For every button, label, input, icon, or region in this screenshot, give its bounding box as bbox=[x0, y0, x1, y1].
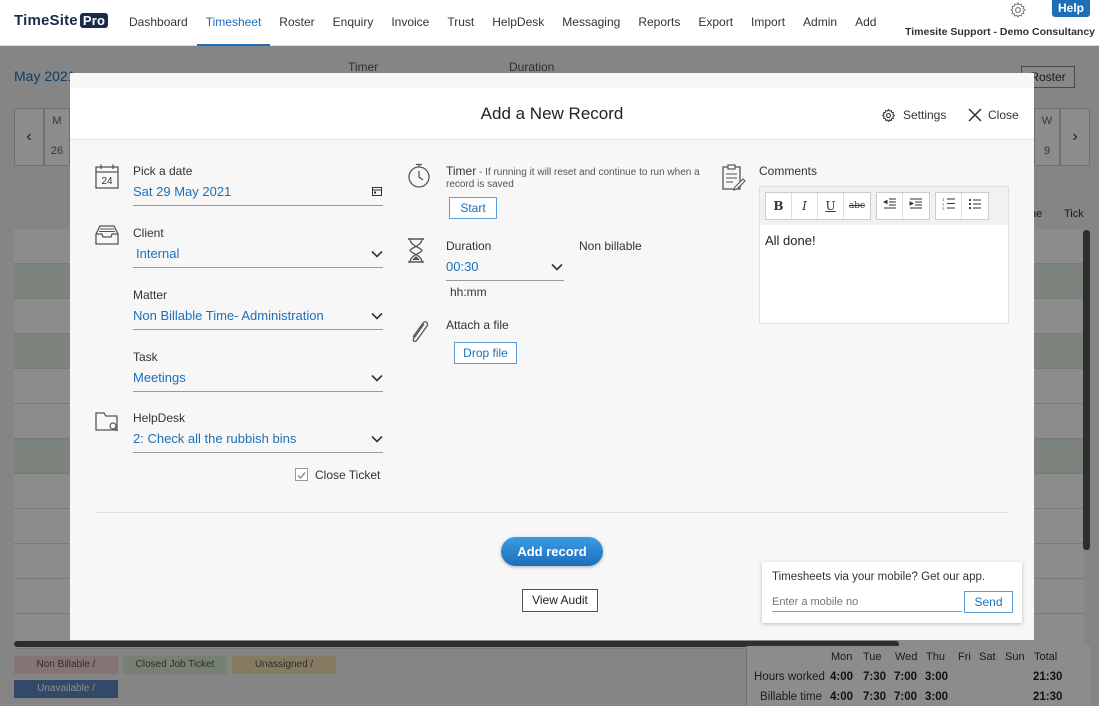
help-button[interactable]: Help bbox=[1052, 0, 1090, 17]
duration-label: Duration bbox=[446, 239, 492, 253]
nav-import[interactable]: Import bbox=[742, 0, 794, 46]
top-nav: TimeSite Pro Dashboard Timesheet Roster E… bbox=[0, 0, 1099, 46]
close-ticket-checkbox[interactable] bbox=[295, 468, 308, 481]
comments-label: Comments bbox=[759, 164, 818, 178]
chevron-down-icon[interactable] bbox=[371, 435, 383, 443]
add-record-modal: Add a New Record Settings Close 24 Pick … bbox=[70, 73, 1034, 640]
app-promo-text: Timesheets via your mobile? Get our app. bbox=[772, 571, 986, 583]
drop-file-button[interactable]: Drop file bbox=[454, 342, 517, 364]
nav-enquiry[interactable]: Enquiry bbox=[324, 0, 383, 46]
date-label: Pick a date bbox=[133, 164, 193, 178]
duration-underline bbox=[446, 280, 564, 281]
svg-text:24: 24 bbox=[101, 176, 113, 187]
inbox-tray-icon bbox=[95, 225, 119, 245]
nav-invoice[interactable]: Invoice bbox=[382, 0, 438, 46]
gear-icon bbox=[881, 108, 896, 122]
timer-label: Timer - If running it will reset and con… bbox=[446, 164, 700, 178]
client-underline bbox=[133, 267, 383, 268]
indent-icon bbox=[909, 198, 922, 209]
modal-divider bbox=[95, 512, 1009, 513]
date-field[interactable]: Sat 29 May 2021 bbox=[133, 184, 231, 199]
outdent-button[interactable] bbox=[877, 193, 903, 219]
client-select[interactable]: Internal bbox=[136, 246, 179, 261]
nav-messaging[interactable]: Messaging bbox=[553, 0, 629, 46]
outdent-icon bbox=[882, 198, 896, 209]
helpdesk-label: HelpDesk bbox=[133, 411, 186, 425]
settings-label: Settings bbox=[903, 108, 947, 122]
nav-reports[interactable]: Reports bbox=[629, 0, 689, 46]
task-underline bbox=[133, 391, 383, 392]
chevron-down-icon[interactable] bbox=[371, 312, 383, 320]
close-icon bbox=[968, 108, 982, 122]
bold-button[interactable]: B bbox=[766, 193, 792, 219]
date-underline bbox=[133, 205, 383, 206]
client-label: Client bbox=[133, 226, 164, 240]
add-record-button[interactable]: Add record bbox=[501, 537, 603, 566]
settings-gear-icon[interactable] bbox=[1009, 1, 1027, 19]
indent-button[interactable] bbox=[903, 193, 929, 219]
matter-label: Matter bbox=[133, 288, 168, 302]
close-button[interactable]: Close bbox=[968, 105, 1019, 125]
ordered-list-button[interactable]: 123 bbox=[936, 193, 962, 219]
bullet-list-icon bbox=[968, 198, 981, 210]
comments-text-area[interactable]: All done! bbox=[765, 233, 816, 248]
nav-menu: Dashboard Timesheet Roster Enquiry Invoi… bbox=[120, 0, 885, 46]
close-ticket-label: Close Ticket bbox=[315, 468, 381, 482]
view-audit-button[interactable]: View Audit bbox=[522, 589, 598, 612]
send-button[interactable]: Send bbox=[964, 591, 1013, 613]
strikethrough-button[interactable]: abc bbox=[844, 193, 870, 219]
attach-label: Attach a file bbox=[446, 318, 509, 332]
folder-search-icon bbox=[95, 412, 118, 432]
timer-start-button[interactable]: Start bbox=[449, 197, 497, 219]
checkmark-icon bbox=[297, 472, 306, 480]
chevron-down-icon[interactable] bbox=[371, 250, 383, 258]
nav-roster[interactable]: Roster bbox=[270, 0, 323, 46]
indent-group bbox=[876, 192, 930, 220]
mobile-number-input[interactable] bbox=[772, 592, 962, 612]
chevron-down-icon[interactable] bbox=[371, 374, 383, 382]
billing-status: Non billable bbox=[579, 239, 642, 253]
nav-trust[interactable]: Trust bbox=[438, 0, 483, 46]
calendar-icon: 24 bbox=[95, 164, 119, 189]
bullet-list-button[interactable] bbox=[962, 193, 988, 219]
account-menu[interactable]: Timesite Support - Demo Consultancy ⌄ bbox=[905, 26, 1099, 38]
italic-button[interactable]: I bbox=[792, 193, 818, 219]
matter-underline bbox=[133, 329, 383, 330]
settings-button[interactable]: Settings bbox=[881, 105, 946, 125]
ordered-list-icon: 123 bbox=[942, 197, 955, 211]
editor-toolbar: B I U abc 123 bbox=[760, 187, 1008, 225]
nav-admin[interactable]: Admin bbox=[794, 0, 846, 46]
nav-dashboard[interactable]: Dashboard bbox=[120, 0, 197, 46]
close-label: Close bbox=[988, 108, 1019, 122]
paperclip-icon bbox=[412, 321, 429, 343]
calendar-picker-icon[interactable] bbox=[372, 186, 382, 196]
svg-text:3: 3 bbox=[942, 206, 945, 210]
clipboard-edit-icon bbox=[722, 164, 746, 191]
hourglass-icon bbox=[408, 238, 424, 263]
nav-add[interactable]: Add bbox=[846, 0, 885, 46]
timer-note: record is saved bbox=[446, 179, 514, 190]
modal-header: Add a New Record Settings Close bbox=[70, 88, 1034, 140]
underline-button[interactable]: U bbox=[818, 193, 844, 219]
duration-format: hh:mm bbox=[450, 285, 487, 299]
nav-export[interactable]: Export bbox=[689, 0, 742, 46]
format-group: B I U abc bbox=[765, 192, 871, 220]
nav-helpdesk[interactable]: HelpDesk bbox=[483, 0, 553, 46]
stopwatch-icon bbox=[408, 163, 430, 188]
nav-timesheet[interactable]: Timesheet bbox=[196, 0, 271, 46]
task-label: Task bbox=[133, 350, 158, 364]
helpdesk-select[interactable]: 2: Check all the rubbish bins bbox=[133, 431, 296, 446]
helpdesk-underline bbox=[133, 452, 383, 453]
mobile-app-promo: Timesheets via your mobile? Get our app.… bbox=[762, 562, 1022, 623]
duration-select[interactable]: 00:30 bbox=[446, 259, 479, 274]
task-select[interactable]: Meetings bbox=[133, 370, 186, 385]
list-group: 123 bbox=[935, 192, 989, 220]
chevron-down-icon[interactable] bbox=[551, 263, 563, 271]
brand-logo[interactable]: TimeSite Pro bbox=[14, 12, 109, 29]
comments-editor: B I U abc 123 All done! bbox=[759, 186, 1009, 324]
matter-select[interactable]: Non Billable Time- Administration bbox=[133, 308, 324, 323]
